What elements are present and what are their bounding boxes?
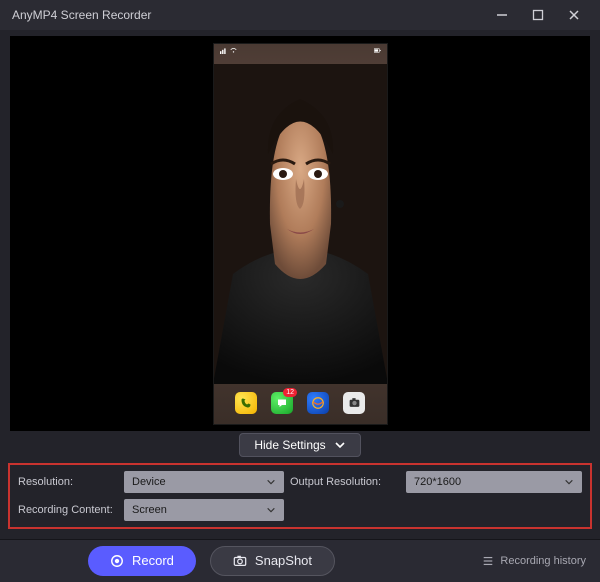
snapshot-button[interactable]: SnapShot — [210, 546, 335, 576]
recording-content-value: Screen — [132, 504, 167, 516]
minimize-button[interactable] — [484, 0, 520, 30]
maximize-button[interactable] — [520, 0, 556, 30]
titlebar: AnyMP4 Screen Recorder — [0, 0, 600, 30]
recording-content-dropdown[interactable]: Screen — [124, 499, 284, 521]
app-window: AnyMP4 Screen Recorder — [0, 0, 600, 582]
wifi-icon — [230, 47, 237, 54]
record-button[interactable]: Record — [88, 546, 196, 576]
list-icon — [482, 555, 494, 567]
chevron-down-icon — [564, 477, 574, 487]
bottombar: Record SnapShot Recording history — [0, 539, 600, 582]
record-label: Record — [132, 553, 174, 568]
dock-camera-icon — [343, 392, 365, 414]
dock-phone-icon — [235, 392, 257, 414]
hide-settings-label: Hide Settings — [254, 438, 325, 452]
chevron-down-icon — [266, 477, 276, 487]
signal-icon — [220, 47, 227, 54]
chevron-down-icon — [334, 439, 346, 451]
phone-statusbar — [214, 44, 387, 58]
messages-badge: 12 — [283, 388, 297, 397]
close-button[interactable] — [556, 0, 592, 30]
phone-preview: 12 — [213, 43, 388, 425]
record-icon — [110, 554, 124, 568]
camera-icon — [233, 554, 247, 568]
snapshot-label: SnapShot — [255, 553, 312, 568]
settings-panel: Resolution: Device Output Resolution: 72… — [8, 463, 592, 529]
chevron-down-icon — [266, 505, 276, 515]
selfie-image — [214, 64, 387, 384]
resolution-dropdown[interactable]: Device — [124, 471, 284, 493]
hide-settings-row: Hide Settings — [0, 431, 600, 459]
app-title: AnyMP4 Screen Recorder — [8, 8, 484, 22]
hide-settings-button[interactable]: Hide Settings — [239, 433, 360, 457]
dock-messages-icon: 12 — [271, 392, 293, 414]
recording-history-label: Recording history — [500, 555, 586, 567]
output-resolution-dropdown[interactable]: 720*1600 — [406, 471, 582, 493]
phone-dock: 12 — [214, 388, 387, 418]
dock-browser-icon — [307, 392, 329, 414]
resolution-value: Device — [132, 476, 166, 488]
recording-content-label: Recording Content: — [18, 504, 118, 516]
resolution-label: Resolution: — [18, 476, 118, 488]
output-resolution-label: Output Resolution: — [290, 476, 400, 488]
battery-icon — [374, 47, 381, 54]
output-resolution-value: 720*1600 — [414, 476, 461, 488]
recording-history-link[interactable]: Recording history — [482, 555, 586, 567]
preview-area: 12 — [10, 36, 590, 431]
